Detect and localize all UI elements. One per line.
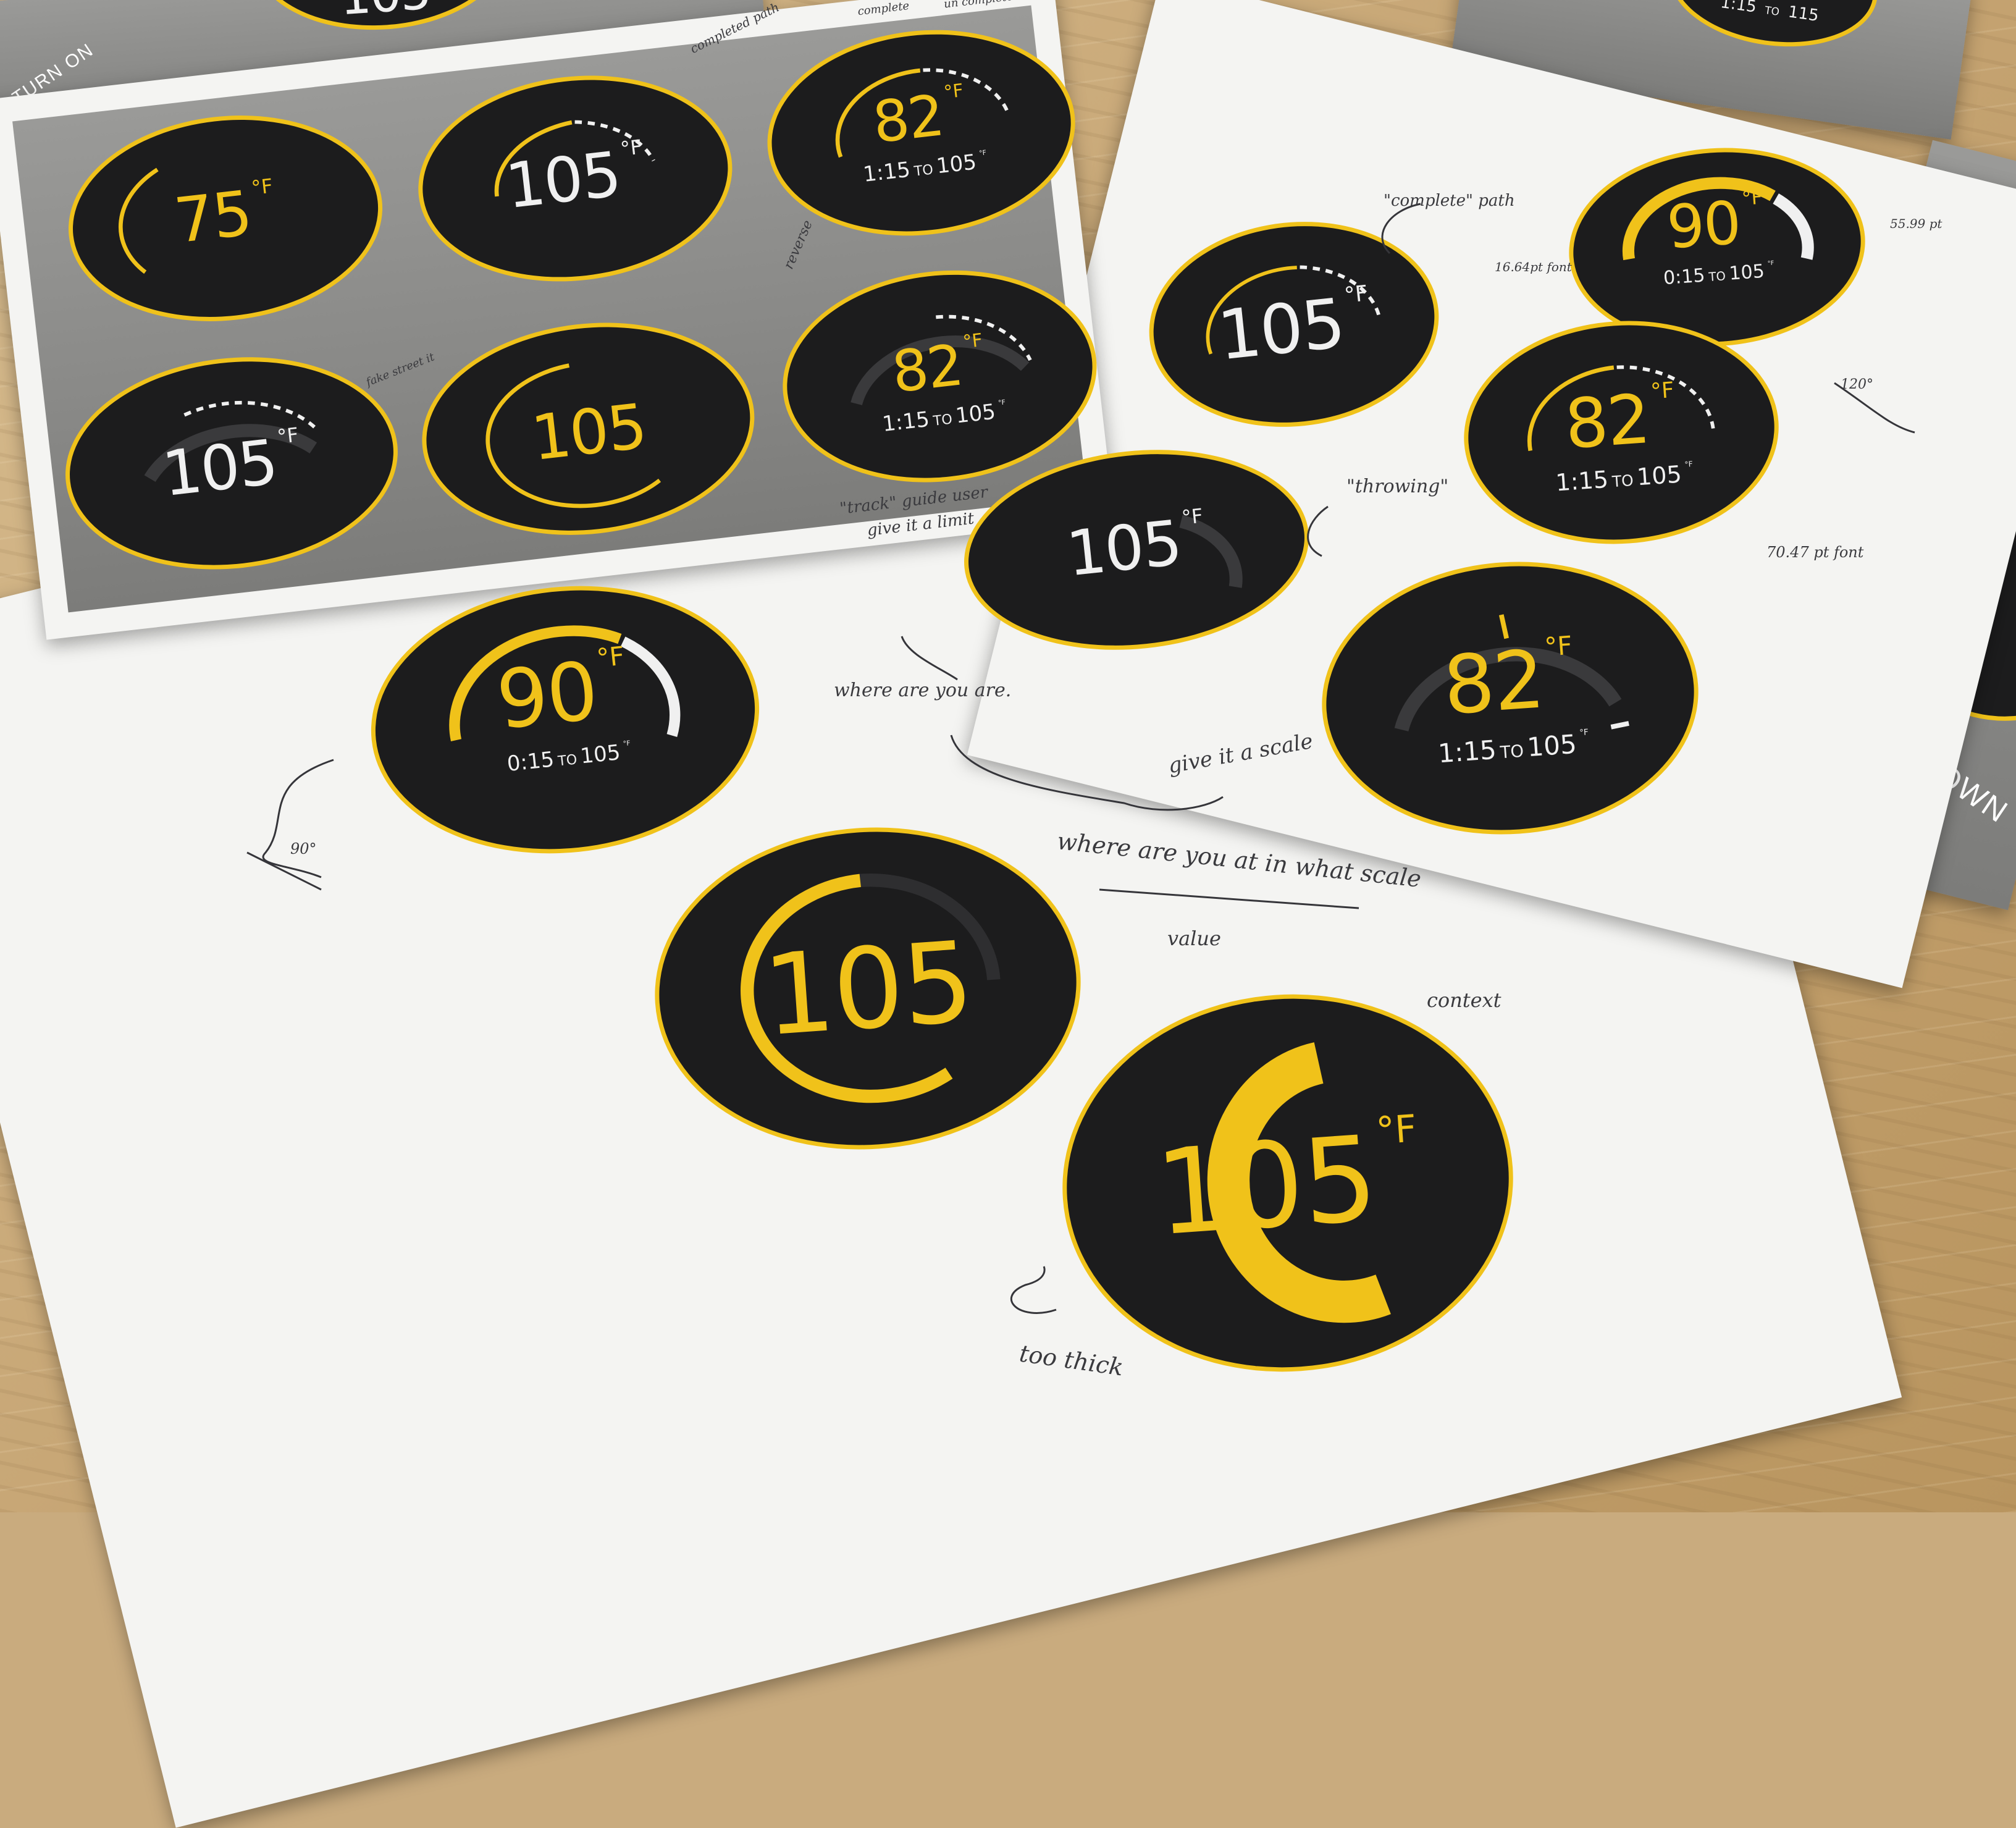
bottom-dial-105-outline: 105 <box>644 813 1092 1164</box>
range-unit: °F <box>623 739 631 748</box>
top-dial-82-b: 82°F 1:15 TO105°F <box>771 254 1109 499</box>
dial-value: 82 <box>1562 379 1652 465</box>
dial-value: 105 <box>1214 283 1348 376</box>
note-angle-120: 120° <box>1841 377 1873 392</box>
peek-dial-right: 75°F 1:15 TO 115 <box>1660 0 1886 60</box>
range-unit: °F <box>1684 460 1694 469</box>
range-to-word: TO <box>1499 741 1525 763</box>
note-size-55: 55.99 pt <box>1890 216 1942 231</box>
dial-unit: °F <box>962 329 984 353</box>
range-to: 105 <box>1636 460 1683 491</box>
note-font-70: 70.47 pt font <box>1766 544 1864 561</box>
dial-value: 105 <box>527 390 650 475</box>
dial-unit: °F <box>1343 280 1369 309</box>
range-to: 105 <box>934 150 978 179</box>
dial-unit: °F <box>595 640 626 673</box>
dial-unit: °F <box>1741 186 1763 210</box>
dial-value: 105 <box>1151 1110 1381 1262</box>
top-dial-82-a: 82°F 1:15 TO105°F <box>756 14 1086 252</box>
dial-value: 90 <box>1665 188 1742 263</box>
dial-unit: °F <box>1374 1107 1418 1153</box>
right-dial-105: 105°F <box>1139 208 1449 441</box>
range-unit: °F <box>1579 728 1589 738</box>
dial-unit: °F <box>943 80 965 103</box>
dial-value: 105 <box>159 426 280 511</box>
dial-value: 75 <box>170 177 255 258</box>
range-to-word: TO <box>557 751 578 770</box>
bottom-dial-90: 90°F 0:15 TO105 °F <box>358 567 773 872</box>
dial-unit: °F <box>619 135 644 161</box>
range-unit: °F <box>1767 259 1774 267</box>
peek-dial-top: 105 <box>246 0 517 38</box>
dial-value: 90 <box>492 643 602 748</box>
dial-value: 105 <box>759 917 976 1061</box>
range-to: 105 <box>1526 728 1578 763</box>
peek-range-to: 115 <box>1787 2 1820 25</box>
bottom-dial-105-partial: 105°F <box>954 433 1319 667</box>
top-dial-75: 75°F <box>57 99 394 338</box>
note-font-16: 16.64pt font <box>1495 259 1572 274</box>
dial-unit: °F <box>1544 630 1574 662</box>
dial-value: 82 <box>888 332 966 406</box>
range-to-word: TO <box>913 161 934 180</box>
note-where-you-are: where are you are. <box>834 680 1012 701</box>
bottom-dial-105-thick: 105°F <box>1049 979 1526 1387</box>
note-angle-90: 90° <box>290 840 317 857</box>
dial-value: 82 <box>1440 632 1547 733</box>
range-to-word: TO <box>1611 471 1634 491</box>
dial-unit: °F <box>1180 503 1204 529</box>
bottom-dial-82: 82°F 1:15 TO105 °F <box>1312 549 1708 847</box>
note-throwing: "throwing" <box>1346 476 1449 497</box>
range-unit: °F <box>978 148 987 158</box>
dial-value: 82 <box>869 82 947 156</box>
range-to: 105 <box>579 740 622 769</box>
note-context: context <box>1427 988 1502 1012</box>
range-from: 0:15 <box>506 747 556 777</box>
note-complete: complete <box>857 0 910 19</box>
range-to: 105 <box>954 399 997 429</box>
range-to: 105 <box>1728 260 1765 285</box>
dial-value: 105 <box>502 138 624 223</box>
range-from: 1:15 <box>1555 465 1610 497</box>
note-value: value <box>1167 927 1221 950</box>
note-complete-path: "complete" path <box>1384 192 1515 210</box>
dial-unit: °F <box>1650 377 1675 405</box>
dial-unit: °F <box>275 423 300 449</box>
peek-dial-value: 105 <box>258 0 511 32</box>
range-from: 0:15 <box>1662 264 1706 290</box>
top-dial-105-a: 105°F <box>407 59 744 298</box>
dial-unit: °F <box>250 174 274 200</box>
dial-value: 105 <box>1063 506 1185 591</box>
right-dial-82: 82°F 1:15 TO105 °F <box>1456 310 1786 555</box>
range-from: 1:15 <box>1437 734 1498 769</box>
top-dial-105-c: 105 <box>410 305 766 552</box>
range-to-word: TO <box>932 411 954 429</box>
range-unit: °F <box>998 398 1006 407</box>
top-dial-105-b: 105°F <box>54 340 410 587</box>
peek-range-from: 1:15 <box>1719 0 1758 17</box>
range-to-word: TO <box>1708 269 1726 285</box>
